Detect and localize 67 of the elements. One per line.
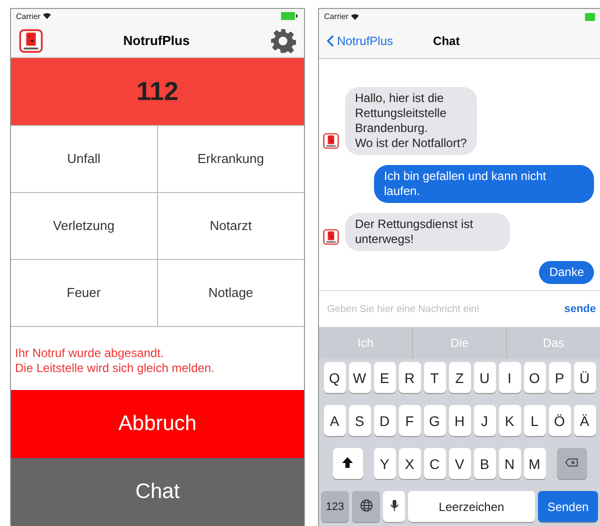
status-message: Die Leitstelle wird sich gleich melden. xyxy=(15,360,216,376)
space-key[interactable]: Leerzeichen xyxy=(408,491,535,522)
send-button[interactable]: sende xyxy=(564,303,596,315)
cancel-button[interactable]: Abbruch xyxy=(11,390,304,458)
globe-key[interactable] xyxy=(352,491,380,522)
wifi-icon xyxy=(351,14,360,20)
keyboard-key[interactable]: A xyxy=(324,405,346,436)
nav-title: NotrufPlus xyxy=(122,33,191,48)
keyboard-key[interactable]: E xyxy=(374,362,396,393)
back-button[interactable]: NotrufPlus xyxy=(327,34,394,48)
keyboard-key[interactable]: Ö xyxy=(548,405,570,436)
emergency-type-button[interactable]: Verletzung xyxy=(11,192,158,259)
carrier-label: Carrier xyxy=(324,12,348,21)
keyboard-key[interactable]: Ä xyxy=(574,405,596,436)
keyboard-key[interactable]: B xyxy=(474,448,496,479)
app-logo-icon xyxy=(323,133,339,149)
microphone-key[interactable] xyxy=(383,491,405,522)
keyboard-key[interactable]: J xyxy=(474,405,496,436)
chevron-left-icon xyxy=(327,35,334,47)
keyboard-key[interactable]: D xyxy=(374,405,396,436)
keyboard-key[interactable]: Ü xyxy=(574,362,596,393)
keyboard-key[interactable]: Q xyxy=(324,362,346,393)
battery-icon xyxy=(281,12,299,20)
keyboard-key[interactable]: L xyxy=(524,405,546,436)
keyboard-key[interactable]: X xyxy=(398,448,420,479)
globe-icon xyxy=(360,498,372,512)
keyboard-key[interactable]: G xyxy=(424,405,446,436)
keyboard-key[interactable]: V xyxy=(448,448,470,479)
keyboard-key[interactable]: C xyxy=(424,448,446,479)
keyboard-key[interactable]: U xyxy=(474,362,496,393)
keyboard-key[interactable]: R xyxy=(398,362,420,393)
emergency-type-button[interactable]: Unfall xyxy=(11,124,158,192)
keyboard-key[interactable]: M xyxy=(524,448,546,479)
outgoing-message: Ich bin gefallen und kann nicht laufen. xyxy=(374,165,594,203)
battery-icon xyxy=(585,12,595,20)
keyboard-key[interactable]: T xyxy=(424,362,446,393)
keyboard-key[interactable]: Z xyxy=(448,362,470,393)
outgoing-message: Danke xyxy=(539,261,594,284)
keyboard-key[interactable]: H xyxy=(448,405,470,436)
keyboard-key[interactable]: F xyxy=(398,405,420,436)
shift-key[interactable] xyxy=(332,448,362,479)
keyboard-key[interactable]: I xyxy=(498,362,520,393)
app-logo-icon xyxy=(19,28,43,53)
keyboard-key[interactable]: S xyxy=(348,405,370,436)
keyboard-key[interactable]: Y xyxy=(374,448,396,479)
incoming-message: Hallo, hier ist die Rettungsleitstelle Brandenburg. Wo ist der Notfallort? xyxy=(345,87,477,155)
nav-title: Chat xyxy=(433,34,460,48)
return-key[interactable]: Senden xyxy=(538,491,598,522)
settings-icon[interactable] xyxy=(270,28,296,54)
shift-arrow-icon xyxy=(341,456,354,468)
keyboard-key[interactable]: K xyxy=(498,405,520,436)
emergency-number[interactable]: 112 xyxy=(11,58,304,125)
keyboard-key[interactable]: N xyxy=(498,448,520,479)
incoming-message: Der Rettungsdienst ist unterwegs! xyxy=(345,213,510,251)
status-message: Ihr Notruf wurde abgesandt. xyxy=(15,346,165,361)
app-logo-icon xyxy=(323,229,339,245)
keyboard-key[interactable]: O xyxy=(524,362,546,393)
backspace-icon xyxy=(565,456,578,468)
wifi-icon xyxy=(43,13,52,20)
emergency-type-button[interactable]: Feuer xyxy=(11,258,158,326)
keyboard-key[interactable]: P xyxy=(548,362,570,393)
carrier-label: Carrier xyxy=(16,12,40,21)
numbers-key[interactable]: 123 xyxy=(321,491,349,522)
chat-button[interactable]: Chat xyxy=(11,458,304,526)
microphone-icon xyxy=(388,498,400,512)
backspace-key[interactable] xyxy=(556,448,586,479)
keyboard-key[interactable]: W xyxy=(348,362,370,393)
